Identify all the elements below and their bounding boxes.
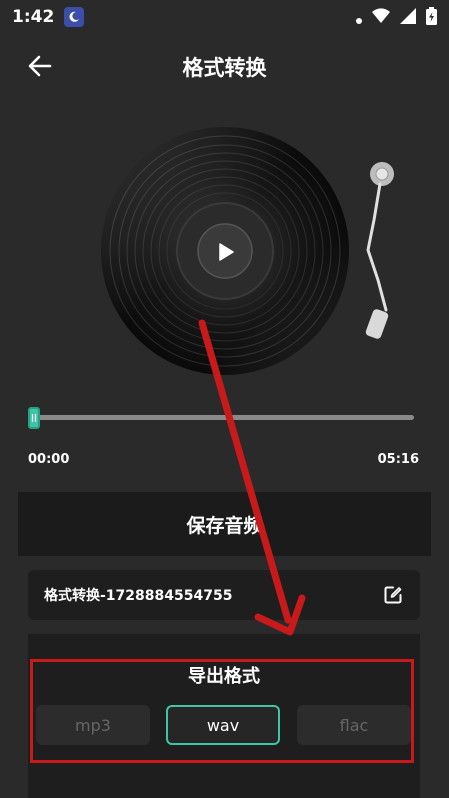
format-option-wav[interactable]: wav (166, 705, 280, 745)
cellular-icon (400, 8, 416, 28)
format-option-mp3[interactable]: mp3 (36, 705, 150, 745)
edit-name-button[interactable] (382, 584, 404, 606)
app-bar: 格式转换 (0, 40, 449, 92)
export-format-panel: 导出格式 mp3 wav flac (28, 634, 420, 798)
file-name-card: 格式转换-1728884554755 (28, 570, 420, 620)
save-audio-button[interactable]: 保存音频 (18, 492, 431, 556)
battery-icon (426, 7, 437, 29)
play-icon (219, 243, 234, 261)
moon-app-icon (64, 7, 85, 27)
total-time: 05:16 (377, 452, 419, 467)
play-button[interactable] (199, 226, 251, 278)
tonearm (354, 160, 404, 345)
progress-track[interactable] (34, 415, 414, 420)
playback-progress-slider[interactable] (28, 405, 416, 431)
file-name: 格式转换-1728884554755 (44, 588, 233, 604)
status-bar: 1:42 (0, 0, 449, 34)
progress-thumb[interactable] (28, 407, 40, 429)
edit-icon (384, 586, 402, 604)
status-time: 1:42 (12, 7, 55, 27)
format-options: mp3 wav flac (36, 705, 412, 745)
page-title: 格式转换 (182, 56, 267, 80)
wifi-icon (372, 8, 390, 28)
status-icons (356, 7, 437, 29)
signal-dot-icon (356, 9, 362, 28)
export-format-title: 导出格式 (188, 666, 260, 687)
format-option-flac[interactable]: flac (297, 705, 411, 745)
current-time: 00:00 (28, 452, 70, 467)
